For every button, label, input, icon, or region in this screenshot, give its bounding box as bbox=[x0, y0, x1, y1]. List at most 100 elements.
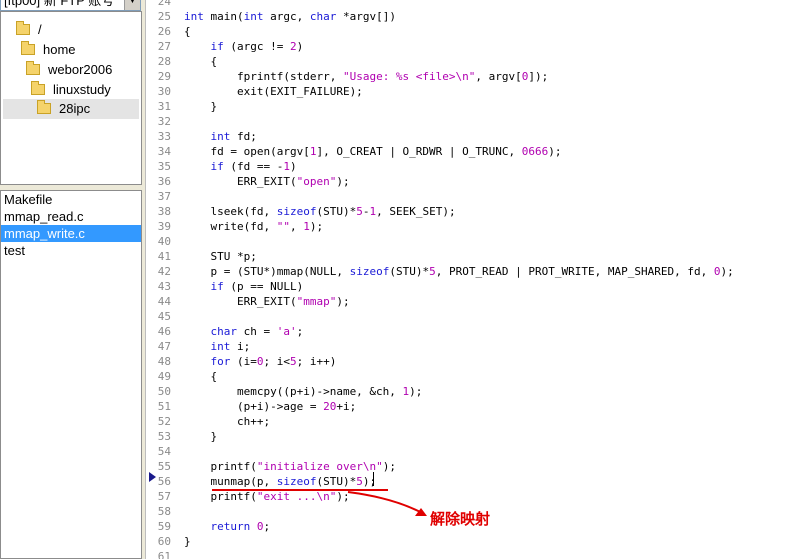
line-number: 58 bbox=[157, 505, 171, 518]
code-line[interactable]: } bbox=[184, 534, 191, 549]
file-item-mmap-write[interactable]: mmap_write.c bbox=[1, 225, 141, 242]
line-number: 37 bbox=[157, 190, 171, 203]
line-number: 46 bbox=[157, 325, 171, 338]
tree-item-linuxstudy[interactable]: linuxstudy bbox=[31, 80, 111, 100]
line-number: 48 bbox=[157, 355, 171, 368]
code-line[interactable]: (p+i)->age = 20+i; bbox=[184, 399, 356, 414]
code-line[interactable]: int main(int argc, char *argv[]) bbox=[184, 9, 396, 24]
code-line[interactable]: int fd; bbox=[184, 129, 257, 144]
annotation-underline bbox=[212, 489, 388, 491]
code-editor[interactable]: 24 25 26 27 28 29 30 31 32 33 34 35 36 37 38 39 40 41 42 43… bbox=[145, 0, 791, 559]
line-number: 45 bbox=[157, 310, 171, 323]
line-number: 26 bbox=[157, 25, 171, 38]
folder-icon bbox=[31, 81, 45, 95]
chevron-down-icon[interactable]: ▼ bbox=[124, 0, 140, 10]
code-line[interactable]: } bbox=[184, 99, 217, 114]
line-number: 34 bbox=[157, 145, 171, 158]
line-number: 60 bbox=[157, 535, 171, 548]
line-number: 40 bbox=[157, 235, 171, 248]
line-number: 33 bbox=[157, 130, 171, 143]
tree-item-webor2006[interactable]: webor2006 bbox=[26, 60, 112, 80]
line-number: 41 bbox=[157, 250, 171, 263]
code-line[interactable]: if (p == NULL) bbox=[184, 279, 304, 294]
code-line[interactable]: { bbox=[184, 24, 191, 39]
line-number: 50 bbox=[157, 385, 171, 398]
code-line[interactable]: p = (STU*)mmap(NULL, sizeof(STU)*5, PROT… bbox=[184, 264, 733, 279]
code-line[interactable]: if (fd == -1) bbox=[184, 159, 297, 174]
line-number: 28 bbox=[157, 55, 171, 68]
code-line[interactable]: write(fd, "", 1); bbox=[184, 219, 323, 234]
line-number: 47 bbox=[157, 340, 171, 353]
line-number: 32 bbox=[157, 115, 171, 128]
directory-tree[interactable]: / home webor2006 linuxstudy 28ipc bbox=[0, 11, 142, 185]
code-line[interactable]: { bbox=[184, 369, 217, 384]
line-number: 24 bbox=[157, 0, 171, 8]
line-number: 36 bbox=[157, 175, 171, 188]
code-line[interactable]: { bbox=[184, 54, 217, 69]
folder-icon bbox=[21, 41, 35, 55]
tree-item-28ipc[interactable]: 28ipc bbox=[3, 99, 139, 119]
code-line[interactable]: for (i=0; i<5; i++) bbox=[184, 354, 337, 369]
code-line[interactable]: ERR_EXIT("mmap"); bbox=[184, 294, 350, 309]
line-number-gutter: 24 25 26 27 28 29 30 31 32 33 34 35 36 37 38 39 40 41 42 43… bbox=[145, 0, 177, 559]
code-line[interactable]: char ch = 'a'; bbox=[184, 324, 304, 339]
code-line[interactable]: STU *p; bbox=[184, 249, 256, 264]
line-number: 35 bbox=[157, 160, 171, 173]
current-line-marker-icon bbox=[149, 472, 156, 482]
code-line[interactable]: ERR_EXIT("open"); bbox=[184, 174, 350, 189]
line-number: 49 bbox=[157, 370, 171, 383]
code-line[interactable]: memcpy((p+i)->name, &ch, 1); bbox=[184, 384, 422, 399]
left-pane: [ftp00] 新 FTP 账号 ▼ / home webor2006 linu… bbox=[0, 0, 145, 559]
annotation-label: 解除映射 bbox=[430, 510, 491, 528]
code-line[interactable]: printf("initialize over\n"); bbox=[184, 459, 395, 474]
code-line[interactable]: exit(EXIT_FAILURE); bbox=[184, 84, 363, 99]
code-line[interactable]: int i; bbox=[184, 339, 251, 354]
code-line[interactable]: } bbox=[184, 429, 217, 444]
line-number: 56 bbox=[157, 475, 171, 488]
line-number: 42 bbox=[157, 265, 171, 278]
line-number: 55 bbox=[157, 460, 171, 473]
tree-item-label: webor2006 bbox=[48, 62, 113, 77]
tree-item-label: linuxstudy bbox=[53, 82, 111, 97]
line-number: 59 bbox=[157, 520, 171, 533]
line-number: 43 bbox=[157, 280, 171, 293]
tree-item-label: / bbox=[38, 22, 42, 37]
text-cursor bbox=[373, 472, 374, 486]
line-number: 30 bbox=[157, 85, 171, 98]
code-line[interactable]: fprintf(stderr, "Usage: %s <file>\n", ar… bbox=[184, 69, 548, 84]
line-number: 57 bbox=[157, 490, 171, 503]
line-number: 29 bbox=[157, 70, 171, 83]
file-item-test[interactable]: test bbox=[1, 242, 141, 259]
line-number: 31 bbox=[157, 100, 171, 113]
line-number: 61 bbox=[157, 550, 171, 559]
account-selector[interactable]: [ftp00] 新 FTP 账号 ▼ bbox=[0, 0, 141, 11]
tree-item-home[interactable]: home bbox=[21, 40, 76, 60]
line-number: 38 bbox=[157, 205, 171, 218]
line-number: 25 bbox=[157, 10, 171, 23]
line-number: 39 bbox=[157, 220, 171, 233]
line-number: 53 bbox=[157, 430, 171, 443]
code-line[interactable]: return 0; bbox=[184, 519, 271, 534]
folder-icon bbox=[16, 21, 30, 35]
line-number: 27 bbox=[157, 40, 171, 53]
line-number: 52 bbox=[157, 415, 171, 428]
file-item-mmap-read[interactable]: mmap_read.c bbox=[1, 208, 141, 225]
tree-item-label: home bbox=[43, 42, 76, 57]
folder-icon bbox=[37, 100, 51, 114]
account-selector-value: [ftp00] 新 FTP 账号 bbox=[4, 0, 115, 8]
tree-item-label: 28ipc bbox=[59, 101, 91, 116]
file-list[interactable]: Makefile mmap_read.c mmap_write.c test bbox=[0, 190, 142, 559]
file-item-makefile[interactable]: Makefile bbox=[1, 191, 141, 208]
line-number: 51 bbox=[157, 400, 171, 413]
line-number: 44 bbox=[157, 295, 171, 308]
tree-item-root[interactable]: / bbox=[16, 20, 42, 40]
code-line[interactable]: printf("exit ...\n"); bbox=[184, 489, 349, 504]
code-line[interactable]: munmap(p, sizeof(STU)*5); bbox=[184, 474, 376, 489]
code-line[interactable]: fd = open(argv[1], O_CREAT | O_RDWR | O_… bbox=[184, 144, 561, 159]
folder-icon bbox=[26, 61, 40, 75]
line-number: 54 bbox=[157, 445, 171, 458]
code-line[interactable]: ch++; bbox=[184, 414, 270, 429]
code-line[interactable]: if (argc != 2) bbox=[184, 39, 304, 54]
code-area[interactable]: int main(int argc, char *argv[]){ if (ar… bbox=[184, 0, 791, 559]
code-line[interactable]: lseek(fd, sizeof(STU)*5-1, SEEK_SET); bbox=[184, 204, 455, 219]
